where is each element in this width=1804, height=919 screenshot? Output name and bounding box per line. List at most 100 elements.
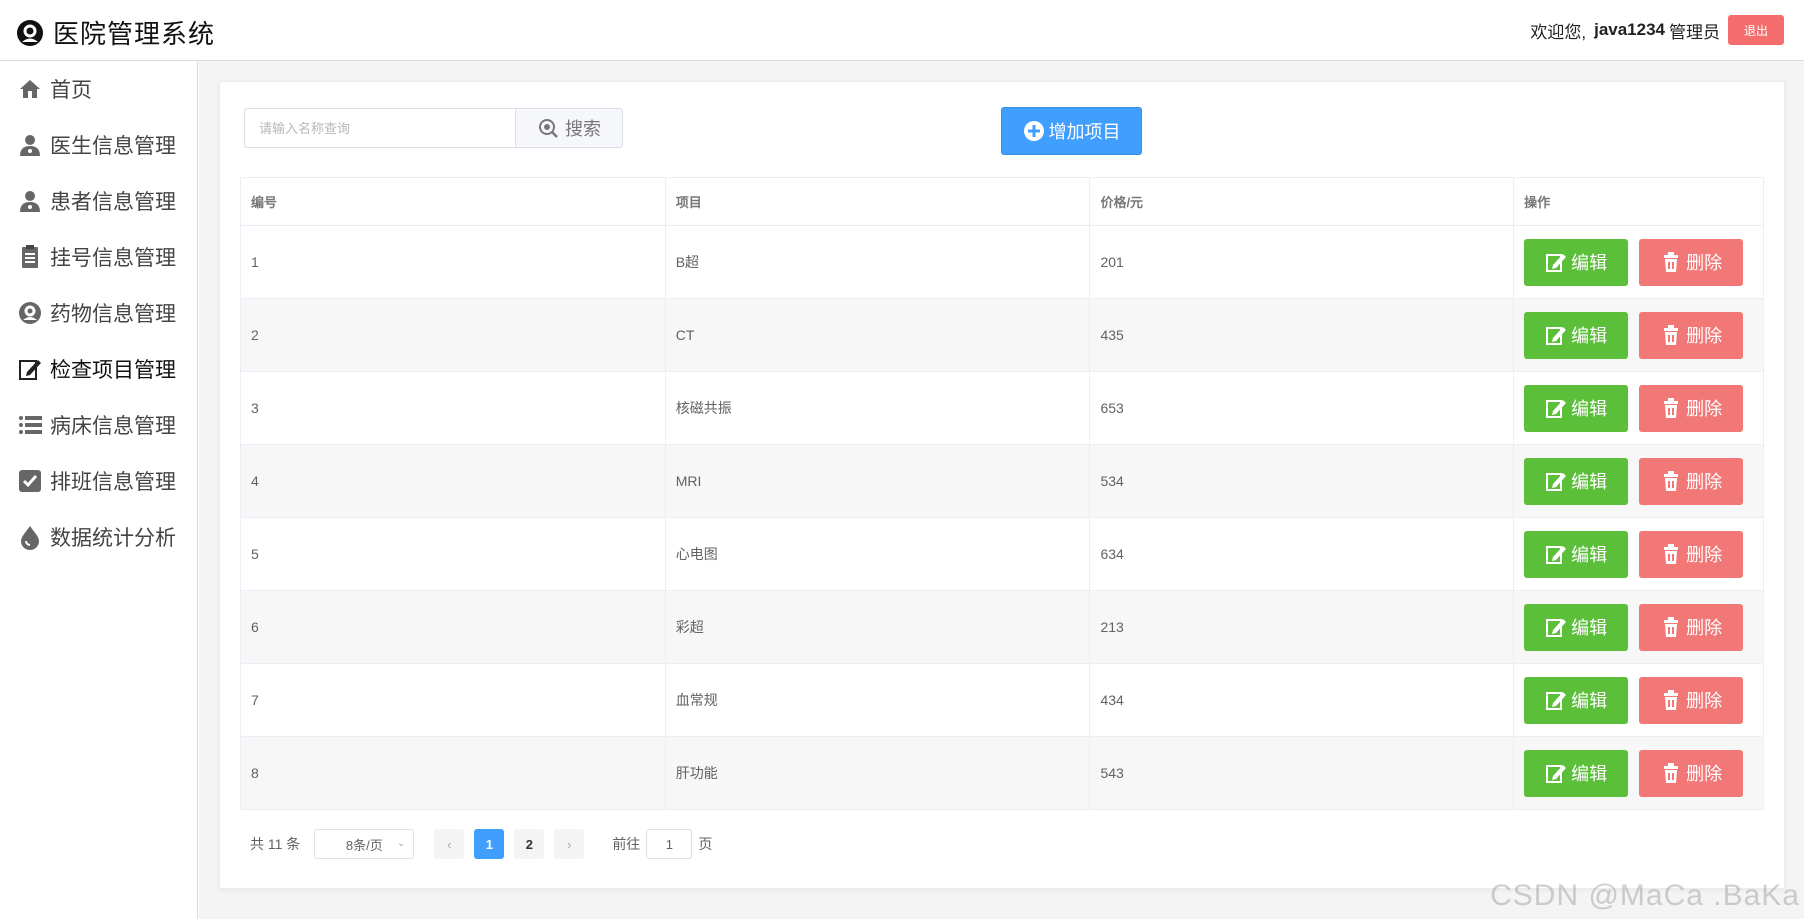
delete-button[interactable]: 删除 [1639,676,1744,724]
page-size-select[interactable]: 8条/页 ⌄ [314,829,415,859]
cell-name: 核磁共振 [666,372,1091,444]
table-row: 2 CT 435 编辑 删除 [241,299,1764,372]
trash-icon [1664,544,1679,564]
prev-page-button[interactable]: ‹ [434,829,465,859]
watermark: CSDN @MaCa .BaKa [1490,879,1800,912]
sidebar-item-label: 首页 [50,79,92,102]
delete-button[interactable]: 删除 [1639,457,1744,505]
search-icon [539,119,558,138]
medicine-icon [16,299,44,327]
edit-button-label: 编辑 [1571,764,1608,784]
sidebar-item-label: 病床信息管理 [50,415,176,438]
edit-icon [1546,619,1567,637]
trash-icon [1664,398,1679,418]
sidebar-item-patients[interactable]: 患者信息管理 [16,181,176,221]
chevron-down-icon: ⌄ [396,838,406,849]
search-bar: 搜索 [244,108,624,148]
delete-button[interactable]: 删除 [1639,311,1744,359]
sidebar-item-schedule[interactable]: 排班信息管理 [16,461,176,501]
search-button[interactable]: 搜索 [515,108,623,148]
table-row: 4 MRI 534 编辑 删除 [241,445,1764,518]
delete-button-label: 删除 [1686,326,1723,346]
cell-name: CT [666,299,1091,371]
sidebar-item-registration[interactable]: 挂号信息管理 [16,237,176,277]
page-size-value: 8条/页 [345,837,383,853]
cell-actions: 编辑 删除 [1514,372,1764,444]
edit-button[interactable]: 编辑 [1524,238,1629,286]
sidebar-item-label: 医生信息管理 [50,135,176,158]
page-button-1[interactable]: 1 [474,829,505,859]
edit-icon [1546,546,1567,564]
exam-items-table: 编号 项目 价格/元 操作 1 B超 201 编辑 删除 2 CT 435 编辑 删除 3 核磁共振 6… [240,177,1764,810]
table-row: 5 心电图 634 编辑 删除 [241,518,1764,591]
edit-button-label: 编辑 [1571,326,1608,346]
sidebar-item-home[interactable]: 首页 [16,69,92,109]
goto-prefix: 前往 [612,836,641,852]
user-role: 管理员 [1669,22,1720,42]
cell-price: 634 [1090,518,1515,590]
trash-icon [1664,763,1679,783]
edit-button-label: 编辑 [1571,691,1608,711]
brand: 医院管理系统 [16,14,215,51]
user-icon [16,131,44,159]
checkbox-icon [16,467,44,495]
sidebar-item-beds[interactable]: 病床信息管理 [16,405,176,445]
cell-name: 彩超 [666,591,1091,663]
delete-button[interactable]: 删除 [1639,384,1744,432]
sidebar-item-medicine[interactable]: 药物信息管理 [16,293,176,333]
table-row: 3 核磁共振 653 编辑 删除 [241,372,1764,445]
edit-button[interactable]: 编辑 [1524,384,1629,432]
add-item-button[interactable]: 增加项目 [1001,107,1142,155]
delete-button-label: 删除 [1686,399,1723,419]
sidebar-item-statistics[interactable]: 数据统计分析 [16,517,176,557]
edit-icon [16,355,44,383]
edit-button-label: 编辑 [1571,618,1608,638]
edit-button[interactable]: 编辑 [1524,603,1629,651]
edit-button[interactable]: 编辑 [1524,676,1629,724]
cell-id: 6 [241,591,666,663]
edit-button[interactable]: 编辑 [1524,311,1629,359]
cell-id: 7 [241,664,666,736]
table-header: 编号 项目 价格/元 操作 [241,178,1764,226]
cell-name: 肝功能 [666,737,1091,809]
cell-name: B超 [666,226,1091,298]
trash-icon [1664,471,1679,491]
edit-icon [1546,473,1567,491]
sidebar-item-label: 药物信息管理 [50,303,176,326]
clipboard-icon [16,243,44,271]
edit-button-label: 编辑 [1571,545,1608,565]
cell-name: MRI [666,445,1091,517]
cell-actions: 编辑 删除 [1514,445,1764,517]
edit-icon [1546,254,1567,272]
page-button-2[interactable]: 2 [514,829,545,859]
delete-button-label: 删除 [1686,764,1723,784]
cell-id: 1 [241,226,666,298]
column-header-actions: 操作 [1514,178,1764,225]
delete-button[interactable]: 删除 [1639,749,1744,797]
main-content: 搜索 增加项目 编号 项目 价格/元 操作 1B超201编辑删除2CT435编辑… [199,61,1804,919]
cell-price: 653 [1090,372,1515,444]
table-row: 6 彩超 213 编辑 删除 [241,591,1764,664]
logout-button[interactable]: 退出 [1728,15,1784,45]
search-input[interactable] [244,108,515,148]
next-page-button[interactable]: › [554,829,585,859]
column-header-name: 项目 [666,178,1091,225]
goto-page-input[interactable] [646,829,693,859]
delete-button[interactable]: 删除 [1639,238,1744,286]
goto-suffix: 页 [698,836,713,852]
delete-button[interactable]: 删除 [1639,603,1744,651]
cell-id: 8 [241,737,666,809]
pagination-total: 共 11 条 [250,836,301,852]
sidebar: 首页 医生信息管理 患者信息管理 挂号信息管理 药物信息管理 检查项目管理 病床… [0,61,198,919]
delete-button[interactable]: 删除 [1639,530,1744,578]
edit-button[interactable]: 编辑 [1524,530,1629,578]
cell-name: 血常规 [666,664,1091,736]
sidebar-item-exam-items[interactable]: 检查项目管理 [16,349,176,389]
sidebar-item-label: 挂号信息管理 [50,247,176,270]
edit-button[interactable]: 编辑 [1524,457,1629,505]
username: java1234 [1594,20,1665,39]
cell-price: 213 [1090,591,1515,663]
cell-name: 心电图 [666,518,1091,590]
edit-button[interactable]: 编辑 [1524,749,1629,797]
sidebar-item-doctors[interactable]: 医生信息管理 [16,125,176,165]
